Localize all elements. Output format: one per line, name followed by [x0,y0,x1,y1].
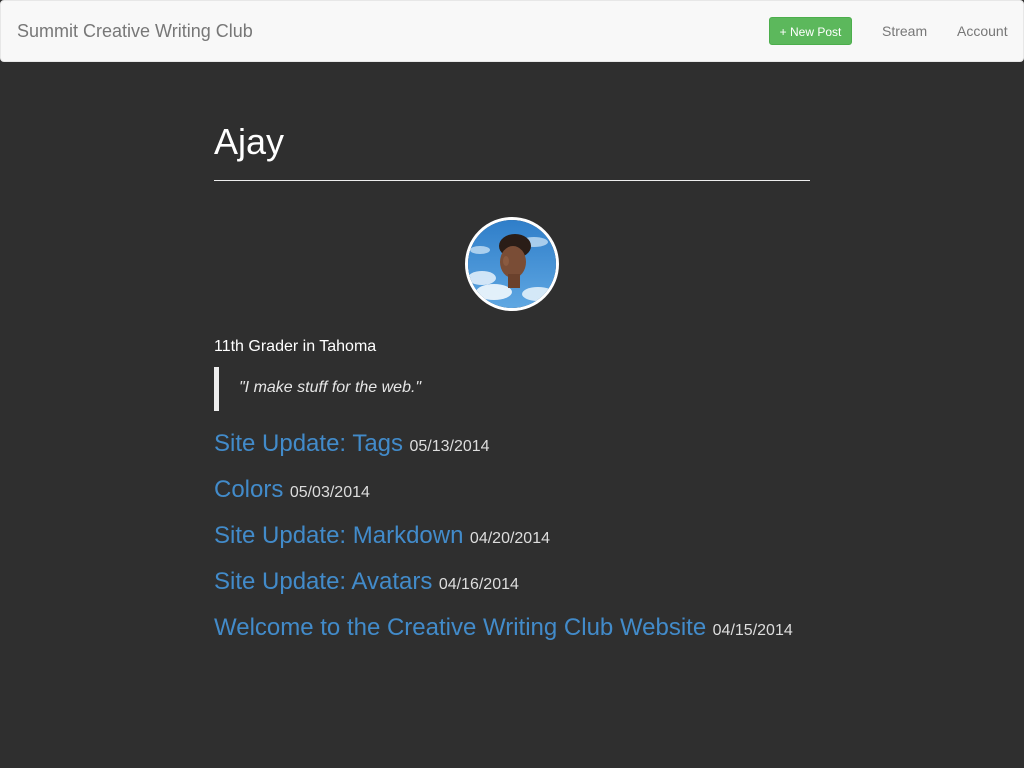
profile-bio: 11th Grader in Tahoma [214,338,377,355]
post-date: 05/13/2014 [409,438,490,455]
post-link[interactable]: Site Update: Avatars [214,568,432,595]
post-item: Site Update: Avatars 04/16/2014 [214,567,810,613]
profile-container: Ajay 11th Grader in Tahoma "I make stuff… [214,62,810,675]
post-date: 05/03/2014 [289,484,370,501]
brand-link[interactable]: Summit Creative Writing Club [17,21,253,41]
page-header: Ajay [214,122,810,181]
nav-account-link[interactable]: Account [957,22,1008,40]
post-date: 04/20/2014 [469,530,550,547]
post-link[interactable]: Site Update: Markdown [214,522,463,549]
post-list: Site Update: Tags 05/13/2014 Colors 05/0… [214,429,810,659]
navbar: Summit Creative Writing Club + New Post … [0,0,1024,62]
post-link[interactable]: Site Update: Tags [214,430,403,457]
nav-stream-link[interactable]: Stream [882,22,927,40]
new-post-button[interactable]: + New Post [769,17,852,45]
post-date: 04/16/2014 [438,576,519,593]
avatar [465,217,559,311]
post-link[interactable]: Welcome to the Creative Writing Club Web… [214,614,706,641]
profile-quote: "I make stuff for the web." [214,367,810,411]
profile-name: Ajay [214,121,285,162]
post-item: Site Update: Tags 05/13/2014 [214,429,810,475]
post-item: Welcome to the Creative Writing Club Web… [214,613,810,659]
post-item: Colors 05/03/2014 [214,475,810,521]
post-item: Site Update: Markdown 04/20/2014 [214,521,810,567]
avatar-wrapper [465,217,559,311]
post-date: 04/15/2014 [712,622,793,639]
post-link[interactable]: Colors [214,476,283,503]
